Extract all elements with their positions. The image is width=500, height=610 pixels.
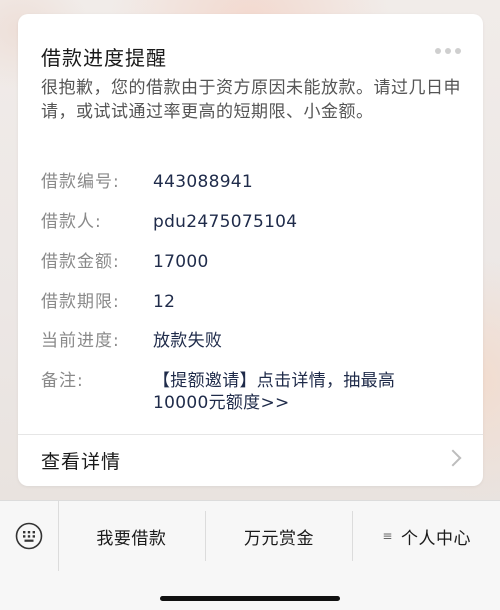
menu-item-bounty[interactable]: 万元赏金 xyxy=(204,511,353,561)
field-value: 12 xyxy=(153,292,176,312)
field-value: 17000 xyxy=(153,252,209,272)
view-details-label: 查看详情 xyxy=(41,451,122,473)
submenu-icon: ≡ xyxy=(382,529,393,543)
loan-progress-card: 借款进度提醒 很抱歉，您的借款由于资方原因未能放款。请过几日申请，或试试通过率更… xyxy=(18,14,483,486)
menu-item-label: 万元赏金 xyxy=(244,528,314,549)
menu-item-borrow[interactable]: 我要借款 xyxy=(58,511,205,561)
home-indicator[interactable] xyxy=(160,596,340,601)
field-status: 当前进度: 放款失败 xyxy=(41,330,222,352)
field-value: 443088941 xyxy=(153,172,254,192)
field-term: 借款期限: 12 xyxy=(41,291,175,313)
more-icon[interactable] xyxy=(435,48,461,54)
field-borrower: 借款人: pdu2475075104 xyxy=(41,211,297,233)
field-label: 借款金额: xyxy=(41,252,120,272)
menu-item-profile[interactable]: ≡ 个人中心 xyxy=(352,511,500,561)
field-label: 当前进度: xyxy=(41,331,120,351)
field-label: 备注: xyxy=(41,371,84,391)
card-title: 借款进度提醒 xyxy=(41,46,167,70)
chevron-right-icon xyxy=(444,449,462,467)
menu-item-label: 我要借款 xyxy=(96,528,167,549)
field-label: 借款期限: xyxy=(41,292,120,312)
field-note: 备注: 【提额邀请】点击详情，抽最高10000元额度>> xyxy=(41,370,423,414)
note-link[interactable]: 【提额邀请】点击详情，抽最高10000元额度>> xyxy=(153,370,423,414)
field-loan-id: 借款编号: 443088941 xyxy=(41,171,253,193)
field-value: 放款失败 xyxy=(153,331,223,351)
field-label: 借款人: xyxy=(41,212,102,232)
view-details-link[interactable]: 查看详情 xyxy=(18,435,483,486)
bottom-menu-bar: 我要借款 万元赏金 ≡ 个人中心 xyxy=(0,500,500,610)
screen: 借款进度提醒 很抱歉，您的借款由于资方原因未能放款。请过几日申请，或试试通过率更… xyxy=(0,0,500,610)
field-amount: 借款金额: 17000 xyxy=(41,251,209,273)
keyboard-icon xyxy=(15,522,43,550)
message-text: 很抱歉，您的借款由于资方原因未能放款。请过几日申请，或试试通过率更高的短期限、小… xyxy=(41,78,461,122)
keyboard-toggle-button[interactable] xyxy=(0,501,59,571)
menu-items: 我要借款 万元赏金 ≡ 个人中心 xyxy=(58,511,500,561)
menu-item-label: 个人中心 xyxy=(400,528,471,549)
field-label: 借款编号: xyxy=(41,172,120,192)
field-value: pdu2475075104 xyxy=(153,212,298,232)
